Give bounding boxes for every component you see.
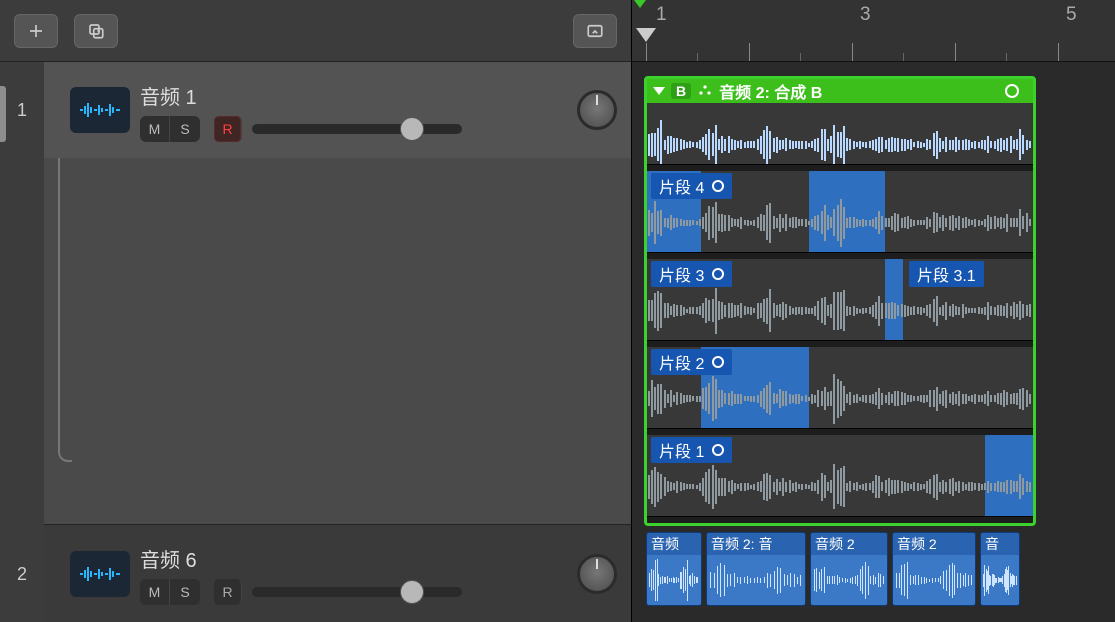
track-number[interactable]: 1 xyxy=(0,100,44,121)
region-label: 音频 2 xyxy=(811,533,887,555)
take-folder-gutter xyxy=(58,158,72,462)
loop-icon xyxy=(712,444,724,456)
quick-swipe-badge[interactable]: B xyxy=(671,83,691,99)
solo-button[interactable]: S xyxy=(170,116,200,142)
collapse-icon xyxy=(586,22,604,40)
take-folder[interactable]: B 音频 2: 合成 B 片段 4 片 xyxy=(644,76,1036,526)
volume-thumb[interactable] xyxy=(400,117,424,141)
track-header[interactable]: 音频 1 M S R xyxy=(44,62,631,158)
ruler[interactable]: 1 3 5 xyxy=(632,0,1115,62)
track-header[interactable]: 音频 6 M S R xyxy=(44,524,631,622)
volume-thumb[interactable] xyxy=(400,580,424,604)
take-lane[interactable]: 片段 3 片段 3.1 xyxy=(647,259,1033,341)
track-name[interactable]: 音频 1 xyxy=(140,81,577,110)
pan-knob[interactable] xyxy=(577,554,617,594)
solo-button[interactable]: S xyxy=(170,579,200,605)
take-lane[interactable]: 片段 2 xyxy=(647,347,1033,429)
take-lane[interactable]: 片段 1 xyxy=(647,435,1033,517)
playhead[interactable] xyxy=(636,28,656,42)
mute-button[interactable]: M xyxy=(140,579,170,605)
waveform-icon xyxy=(78,100,122,120)
collapse-tracks-button[interactable] xyxy=(573,14,617,48)
loop-icon xyxy=(712,356,724,368)
waveform xyxy=(647,103,1033,164)
track-type-icon xyxy=(70,551,130,597)
take-label[interactable]: 片段 3.1 xyxy=(909,261,984,287)
audio-region[interactable]: 音频 2 xyxy=(810,532,888,606)
msr-group: M S xyxy=(140,116,200,142)
record-arm-button[interactable]: R xyxy=(214,579,242,605)
timeline: 1 3 5 B 音频 2: 合成 B xyxy=(632,0,1115,622)
track-type-icon xyxy=(70,87,130,133)
take-label[interactable]: 片段 4 xyxy=(651,173,732,199)
duplicate-track-button[interactable] xyxy=(74,14,118,48)
duplicate-icon xyxy=(87,22,105,40)
cycle-start-marker[interactable] xyxy=(634,0,646,8)
comp-lane[interactable] xyxy=(647,103,1033,165)
pan-knob[interactable] xyxy=(577,90,617,130)
loop-icon xyxy=(712,180,724,192)
volume-slider[interactable] xyxy=(252,587,462,597)
ruler-bar-number: 1 xyxy=(656,4,667,26)
msr-group: M S xyxy=(140,579,200,605)
take-folder-header[interactable]: B 音频 2: 合成 B xyxy=(647,79,1033,103)
loop-icon xyxy=(712,268,724,280)
take-label[interactable]: 片段 1 xyxy=(651,437,732,463)
arrange-area[interactable]: B 音频 2: 合成 B 片段 4 片 xyxy=(632,62,1115,622)
tracks-toolbar xyxy=(0,0,631,62)
loop-icon[interactable] xyxy=(1005,84,1019,98)
waveform-icon xyxy=(78,564,122,584)
track-number-column: 1 2 xyxy=(0,62,44,622)
tracks-panel: 1 2 音频 1 M S R xyxy=(0,0,632,622)
audio-region[interactable]: 音频 2: 音 xyxy=(706,532,806,606)
take-lane[interactable]: 片段 4 xyxy=(647,171,1033,253)
audio-region[interactable]: 音频 xyxy=(646,532,702,606)
take-label[interactable]: 片段 2 xyxy=(651,349,732,375)
record-arm-button[interactable]: R xyxy=(214,116,242,142)
ruler-bar-number: 5 xyxy=(1066,4,1077,26)
region-label: 音频 xyxy=(647,533,701,555)
region-label: 音 xyxy=(981,533,1019,555)
audio-region[interactable]: 音频 2 xyxy=(892,532,976,606)
audio-region[interactable]: 音 xyxy=(980,532,1020,606)
mute-button[interactable]: M xyxy=(140,116,170,142)
disclosure-triangle-icon[interactable] xyxy=(653,87,665,95)
add-track-button[interactable] xyxy=(14,14,58,48)
volume-slider[interactable] xyxy=(252,124,462,134)
take-label[interactable]: 片段 3 xyxy=(651,261,732,287)
region-label: 音频 2 xyxy=(893,533,975,555)
take-folder-title: 音频 2: 合成 B xyxy=(719,79,822,103)
ruler-bar-number: 3 xyxy=(860,4,871,26)
track-name[interactable]: 音频 6 xyxy=(140,544,577,573)
take-menu-icon[interactable] xyxy=(697,81,713,102)
plus-icon xyxy=(27,22,45,40)
track-number[interactable]: 2 xyxy=(0,564,44,585)
region-label: 音频 2: 音 xyxy=(707,533,805,555)
region-row: 音频 音频 2: 音 音频 2 音频 2 音 xyxy=(646,532,1038,606)
